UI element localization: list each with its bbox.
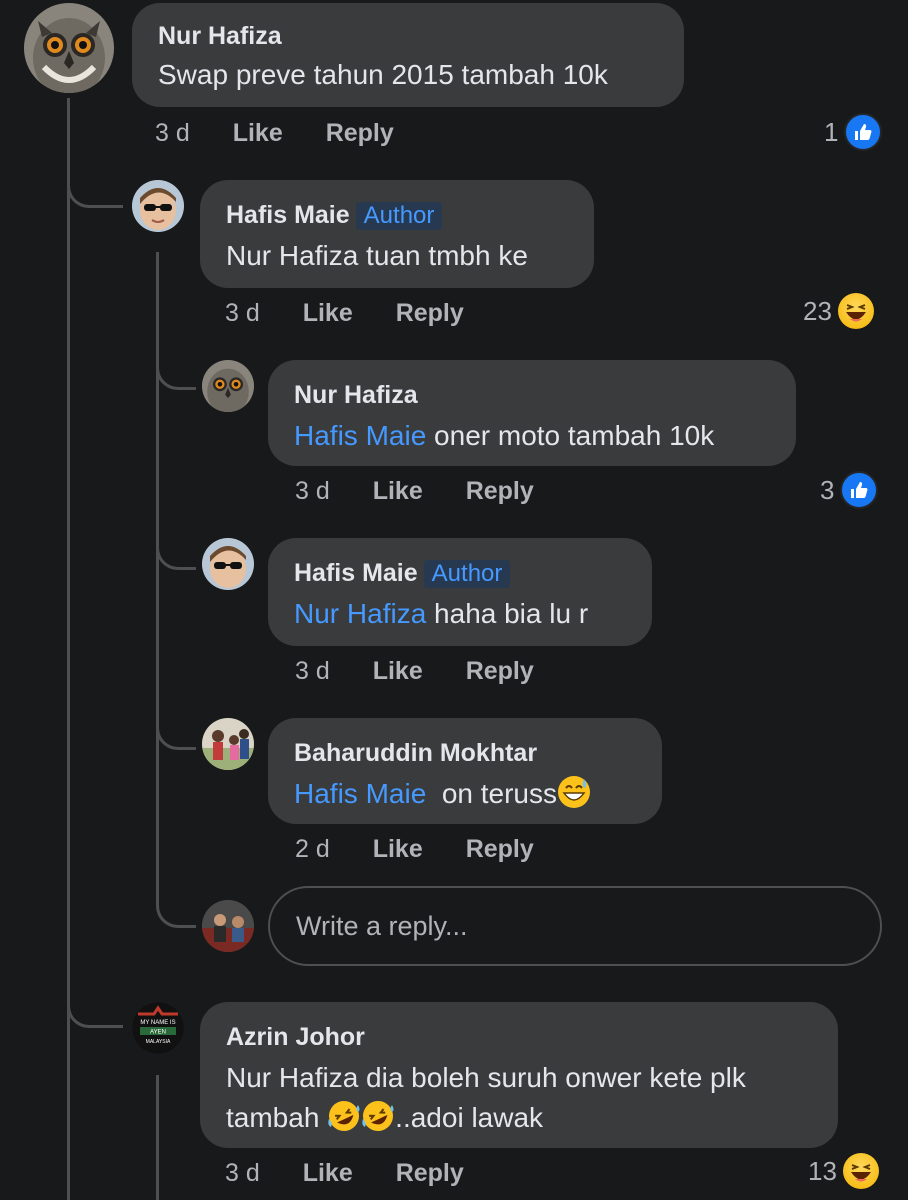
comment-bubble: Azrin Johor Nur Hafiza dia boleh suruh o…: [200, 1002, 838, 1148]
comment-actions: 2 d Like Reply: [295, 834, 570, 864]
reaction-count[interactable]: 23: [803, 293, 874, 329]
thread-hook: [156, 700, 196, 750]
sweat-smile-emoji: [557, 775, 591, 809]
author-badge: Author: [355, 202, 443, 230]
comment-text: tambah ..adoi lawak: [226, 1098, 812, 1138]
comment-text: Hafis Maie on teruss: [294, 774, 636, 814]
comment-author[interactable]: Hafis Maie: [294, 559, 418, 587]
comment-time[interactable]: 3 d: [295, 477, 330, 505]
comment-text-body: oner moto tambah 10k: [426, 420, 715, 451]
haha-icon: [837, 293, 874, 329]
reaction-count[interactable]: 1: [824, 113, 883, 151]
logo-text: MALAYSIA: [146, 1039, 171, 1045]
comment-bubble: Baharuddin Mokhtar Hafis Maie on teruss: [268, 718, 662, 824]
rofl-emoji: [327, 1099, 361, 1133]
thread-hook: [67, 160, 123, 208]
author-badge: Author: [423, 560, 511, 588]
avatar-family[interactable]: [202, 718, 254, 770]
comment-author-row: Hafis Maie Author: [294, 558, 626, 588]
comment-actions: 3 d Like Reply: [225, 1158, 500, 1188]
reply-button[interactable]: Reply: [466, 835, 534, 863]
reaction-count[interactable]: 13: [808, 1153, 879, 1189]
reply-button[interactable]: Reply: [466, 477, 534, 505]
comment-actions: 3 d Like Reply: [295, 476, 570, 506]
reply-input[interactable]: Write a reply...: [268, 886, 882, 966]
logo-text: AYEN: [150, 1030, 166, 1036]
reply-button[interactable]: Reply: [326, 119, 394, 147]
reaction-number: 23: [803, 295, 832, 326]
reaction-number: 1: [824, 116, 839, 147]
comment-text-body: tambah: [226, 1102, 328, 1133]
rofl-emoji: [361, 1099, 395, 1133]
like-button[interactable]: Like: [373, 835, 423, 863]
comment-author[interactable]: Nur Hafiza: [294, 380, 770, 410]
comment-bubble: Nur Hafiza Hafis Maie oner moto tambah 1…: [268, 360, 796, 466]
like-button[interactable]: Like: [373, 657, 423, 685]
like-button[interactable]: Like: [303, 299, 353, 327]
comment-text-body: ..adoi lawak: [395, 1102, 544, 1133]
avatar-boy[interactable]: [132, 180, 184, 232]
comment-text: Nur Hafiza dia boleh suruh onwer kete pl…: [226, 1062, 746, 1093]
current-user-avatar: [202, 900, 254, 952]
like-button[interactable]: Like: [373, 477, 423, 505]
comment-time[interactable]: 3 d: [225, 1159, 260, 1187]
reply-placeholder: Write a reply...: [296, 910, 468, 941]
reaction-count[interactable]: 3: [820, 471, 879, 509]
comment-text: Hafis Maie oner moto tambah 10k: [294, 416, 770, 456]
comment-author[interactable]: Hafis Maie: [226, 201, 350, 229]
comment-author[interactable]: Baharuddin Mokhtar: [294, 738, 636, 768]
comment-bubble: Nur Hafiza Swap preve tahun 2015 tambah …: [132, 3, 684, 107]
haha-icon: [842, 1153, 879, 1189]
comment-actions: 3 d Like Reply: [295, 656, 570, 686]
mention-link[interactable]: Nur Hafiza: [294, 598, 426, 629]
like-button[interactable]: Like: [233, 119, 283, 147]
avatar-owl[interactable]: [202, 360, 254, 412]
reply-button[interactable]: Reply: [396, 299, 464, 327]
comment-time[interactable]: 3 d: [225, 299, 260, 327]
comment-actions: 3 d Like Reply: [155, 118, 430, 148]
comment-text-body: haha bia lu r: [426, 598, 589, 629]
logo-text: MY NAME IS: [140, 1020, 175, 1026]
like-button[interactable]: Like: [303, 1159, 353, 1187]
reply-button[interactable]: Reply: [466, 657, 534, 685]
thread-hook: [156, 340, 196, 390]
thread-hook: [67, 980, 123, 1028]
avatar-logo[interactable]: MY NAME IS AYEN MALAYSIA: [132, 1002, 184, 1054]
comment-text: Nur Hafiza tuan tmbh ke: [226, 240, 528, 271]
comment-bubble: Hafis Maie Author Nur Hafiza haha bia lu …: [268, 538, 652, 646]
comment-time[interactable]: 3 d: [155, 119, 190, 147]
comment-text-body: on teruss: [426, 778, 557, 809]
avatar-boy[interactable]: [202, 538, 254, 590]
avatar-owl[interactable]: [24, 3, 114, 93]
comment-author-row: Hafis Maie Author: [226, 200, 568, 230]
like-icon: [840, 471, 879, 509]
reaction-number: 3: [820, 474, 835, 505]
thread-hook: [156, 880, 196, 928]
reply-button[interactable]: Reply: [396, 1159, 464, 1187]
comment-author[interactable]: Azrin Johor: [226, 1022, 812, 1052]
thread-line-replies: [156, 1075, 159, 1200]
mention-link[interactable]: Hafis Maie: [294, 420, 426, 451]
like-icon: [844, 113, 883, 151]
comment-actions: 3 d Like Reply: [225, 298, 500, 328]
thread-hook: [156, 520, 196, 570]
comment-time[interactable]: 3 d: [295, 657, 330, 685]
comment-text: Nur Hafiza haha bia lu r: [294, 594, 626, 634]
thread-line-main: [67, 98, 70, 1200]
reaction-number: 13: [808, 1155, 837, 1186]
comment-bubble: Hafis Maie Author Nur Hafiza tuan tmbh ke: [200, 180, 594, 288]
comment-author[interactable]: Nur Hafiza: [158, 21, 658, 51]
comment-text: Swap preve tahun 2015 tambah 10k: [158, 59, 608, 90]
comment-time[interactable]: 2 d: [295, 835, 330, 863]
mention-link[interactable]: Hafis Maie: [294, 778, 426, 809]
